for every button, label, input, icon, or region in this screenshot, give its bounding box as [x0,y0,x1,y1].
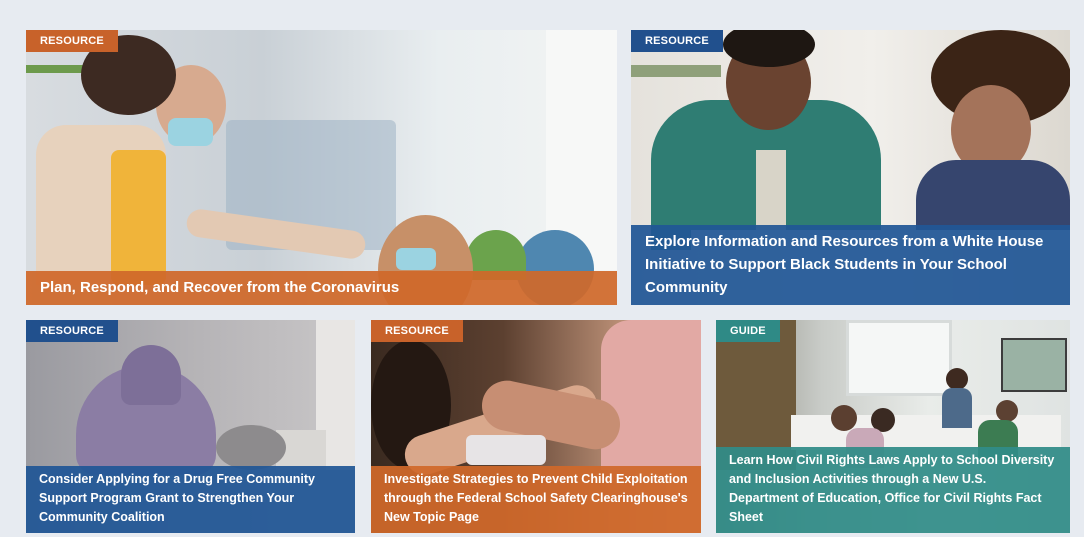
card-tag: GUIDE [716,320,780,342]
card-title: Explore Information and Resources from a… [631,225,1070,305]
resource-card-white-house-initiative[interactable]: RESOURCE Explore Information and Resourc… [631,30,1070,305]
guide-card-civil-rights[interactable]: GUIDE Learn How Civil Rights Laws Apply … [716,320,1070,533]
card-title: Plan, Respond, and Recover from the Coro… [26,271,617,305]
resource-card-child-exploitation[interactable]: RESOURCE Investigate Strategies to Preve… [371,320,701,533]
card-title: Investigate Strategies to Prevent Child … [371,466,701,533]
card-tag: RESOURCE [631,30,723,52]
card-tag: RESOURCE [26,320,118,342]
card-image [26,30,617,305]
card-title: Consider Applying for a Drug Free Commun… [26,466,355,533]
resource-card-drug-free-community[interactable]: RESOURCE Consider Applying for a Drug Fr… [26,320,355,533]
card-tag: RESOURCE [371,320,463,342]
card-title: Learn How Civil Rights Laws Apply to Sch… [716,447,1070,533]
resource-grid: RESOURCE Plan, Respond, and Recover from… [0,0,1084,537]
resource-card-coronavirus[interactable]: RESOURCE Plan, Respond, and Recover from… [26,30,617,305]
card-tag: RESOURCE [26,30,118,52]
